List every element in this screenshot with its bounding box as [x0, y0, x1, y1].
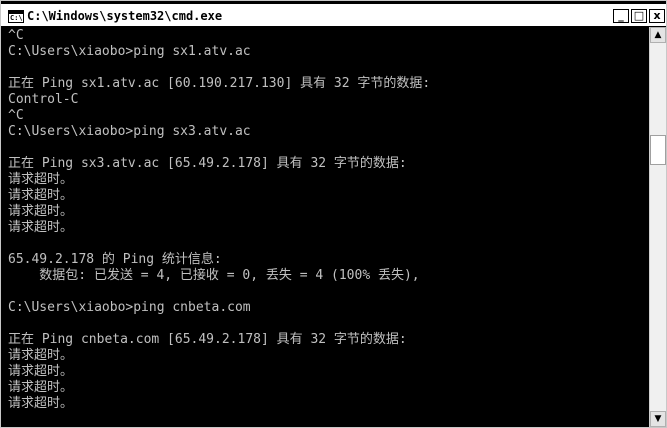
console-line: Control-C — [8, 92, 79, 107]
console-line: 65.49.2.178 的 Ping 统计信息: — [8, 252, 222, 267]
console-output[interactable]: ^C C:\Users\xiaobo>ping sx1.atv.ac 正在 Pi… — [8, 28, 648, 420]
console-line: 请求超时。 — [8, 220, 74, 235]
maximize-button[interactable]: □ — [631, 9, 647, 23]
console-line: 正在 Ping cnbeta.com [65.49.2.178] 具有 32 字… — [8, 332, 407, 347]
title-bar[interactable]: C:\ C:\Windows\system32\cmd.exe _ □ x — [1, 4, 666, 26]
console-line: 正在 Ping sx3.atv.ac [65.49.2.178] 具有 32 字… — [8, 156, 407, 171]
console-line: 请求超时。 — [8, 380, 74, 395]
scrollbar-thumb[interactable] — [650, 135, 666, 165]
console-line: 请求超时。 — [8, 204, 74, 219]
minimize-button[interactable]: _ — [613, 9, 629, 23]
console-line: 请求超时。 — [8, 188, 74, 203]
cmd-window: C:\ C:\Windows\system32\cmd.exe _ □ x ^C… — [0, 0, 667, 428]
console-line: ^C — [8, 108, 24, 123]
console-line: 请求超时。 — [8, 396, 74, 411]
console-line: C:\Users\xiaobo>ping cnbeta.com — [8, 300, 251, 315]
console-line: 请求超时。 — [8, 172, 74, 187]
console-line: C:\Users\xiaobo>ping sx3.atv.ac — [8, 124, 251, 139]
console-line: 请求超时。 — [8, 364, 74, 379]
console-line: 请求超时。 — [8, 348, 74, 363]
close-button[interactable]: x — [649, 9, 665, 23]
console-line: ^C — [8, 28, 24, 43]
console-line: C:\Users\xiaobo>ping sx1.atv.ac — [8, 44, 251, 59]
scroll-down-icon[interactable]: ▼ — [650, 411, 666, 427]
cmd-icon[interactable]: C:\ — [8, 10, 24, 23]
vertical-scrollbar[interactable]: ▲ ▼ — [649, 27, 666, 427]
scroll-up-icon[interactable]: ▲ — [650, 27, 666, 43]
window-title: C:\Windows\system32\cmd.exe — [27, 9, 223, 23]
console-line: 数据包: 已发送 = 4, 已接收 = 0, 丢失 = 4 (100% 丢失), — [8, 268, 420, 283]
console-line: 正在 Ping sx1.atv.ac [60.190.217.130] 具有 3… — [8, 76, 431, 91]
